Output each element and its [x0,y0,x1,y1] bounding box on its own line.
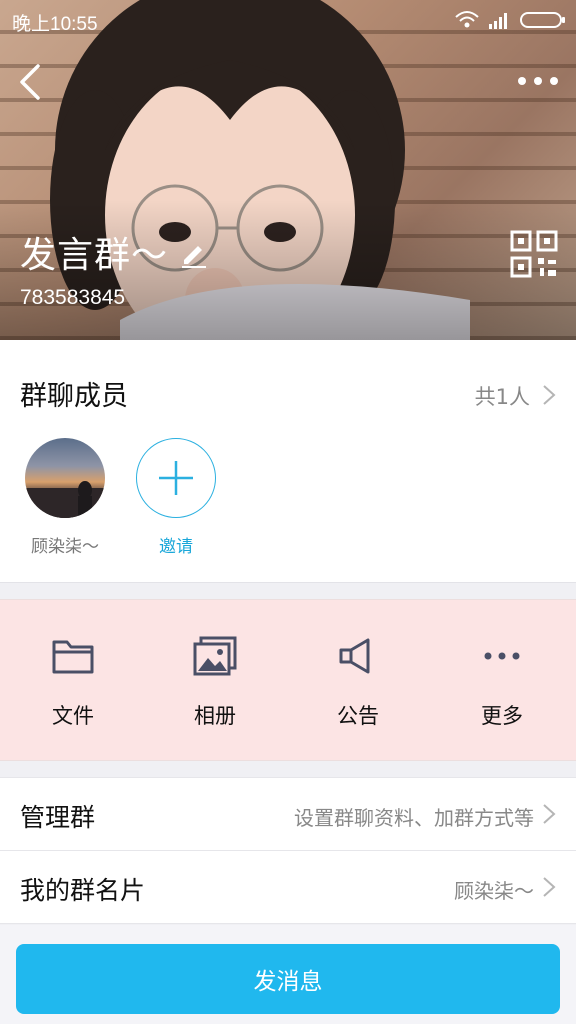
row-value: 设置群聊资料、加群方式等 [294,806,534,830]
avatar[interactable] [25,438,105,518]
footer: 发消息 [0,925,576,1024]
status-bar: 晚上10:55 [0,0,576,40]
tool-more[interactable]: 更多 [442,636,562,730]
tool-announcement[interactable]: 公告 [298,636,418,730]
signal-icon [489,13,507,29]
members-title: 群聊成员 [20,381,128,412]
album-icon [193,636,237,676]
group-id: 783583845 [20,286,126,309]
row-title: 我的群名片 [20,876,146,905]
battery-icon [520,12,565,28]
group-members-section: 群聊成员 共1人 顾染柒～ 邀请 [0,340,576,583]
manage-group-row[interactable]: 管理群 设置群聊资料、加群方式等 [0,777,576,851]
avatar-silhouette [25,481,105,518]
invite-member[interactable]: 邀请 [136,438,216,557]
status-time: 晚上10:55 [12,14,98,35]
qr-code-icon[interactable] [510,230,558,278]
tool-label: 相册 [194,704,236,728]
plus-icon [159,461,193,495]
back-arrow-icon[interactable] [12,62,48,102]
chevron-right-icon [543,877,556,897]
megaphone-icon [339,638,370,674]
tool-label: 文件 [52,704,94,728]
chevron-right-icon [543,385,556,405]
row-value: 顾染柒～ [454,879,534,903]
row-title: 管理群 [20,803,96,832]
send-message-button[interactable]: 发消息 [16,944,560,1014]
more-dots-icon [484,652,520,660]
invite-label: 邀请 [159,537,193,557]
member-name: 顾染柒～ [31,537,99,557]
group-tools-bar: 文件 相册 公告 更多 [0,599,576,761]
wifi-icon [455,11,479,28]
members-count[interactable]: 共1人 [475,381,530,411]
chevron-right-icon [543,804,556,824]
invite-button[interactable] [136,438,216,518]
group-name: 发言群～ [20,235,169,276]
edit-pencil-icon[interactable] [178,238,208,268]
tool-album[interactable]: 相册 [155,636,275,730]
tool-label: 更多 [481,704,523,728]
folder-icon [52,640,94,674]
more-options-icon[interactable] [514,66,562,96]
group-cover-photo: 晚上10:55 发言群～ 783583845 [0,0,576,340]
member-item[interactable]: 顾染柒～ [25,438,105,557]
tool-label: 公告 [337,704,379,728]
my-group-card-row[interactable]: 我的群名片 顾染柒～ [0,851,576,924]
tool-files[interactable]: 文件 [13,636,133,730]
status-icons [454,10,566,30]
